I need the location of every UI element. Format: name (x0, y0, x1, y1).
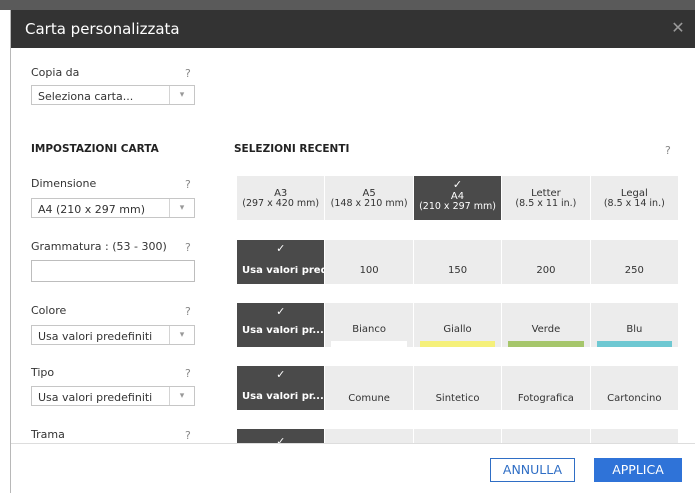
color-swatch (419, 341, 496, 347)
recent-weight-250[interactable]: 250 (590, 240, 679, 284)
color-swatch (508, 341, 584, 347)
recent-type-synthetic[interactable]: Sintetico (413, 366, 503, 410)
check-icon: ✓ (452, 178, 463, 191)
color-swatch (596, 341, 673, 347)
type-value: Usa valori predefiniti (38, 391, 153, 404)
recent-weight-150[interactable]: 150 (413, 240, 503, 284)
color-option-label: Bianco (352, 324, 386, 335)
type-help-icon[interactable]: ? (185, 367, 191, 380)
size-value: A4 (210 x 297 mm) (38, 203, 146, 216)
weight-option-label: Usa valori predefiniti (242, 266, 325, 276)
recent-weight-100[interactable]: 100 (325, 240, 414, 284)
color-help-icon[interactable]: ? (185, 305, 191, 318)
recent-color-blue[interactable]: Blu (590, 303, 679, 347)
copy-from-label: Copia da (31, 66, 80, 79)
size-label: Dimensione (31, 177, 97, 190)
recent-texture-default[interactable]: ✓ (237, 429, 326, 443)
copy-from-value: Seleziona carta... (38, 90, 134, 103)
recent-texture-option[interactable] (325, 429, 414, 443)
recent-color-yellow[interactable]: Giallo (413, 303, 503, 347)
copy-from-help-icon[interactable]: ? (185, 67, 191, 80)
color-select[interactable]: Usa valori predefiniti ▾ (31, 325, 195, 345)
chevron-down-icon: ▾ (169, 387, 194, 405)
size-help-icon[interactable]: ? (185, 178, 191, 191)
type-label: Tipo (31, 366, 55, 379)
dialog-footer: ANNULLA APPLICA (11, 443, 695, 494)
size-select[interactable]: A4 (210 x 297 mm) ▾ (31, 198, 195, 218)
recent-texture-option[interactable] (590, 429, 679, 443)
color-label: Colore (31, 304, 67, 317)
weight-option-label: 200 (536, 265, 556, 276)
chevron-down-icon: ▾ (169, 86, 194, 104)
weight-option-label: 250 (624, 265, 644, 276)
color-value: Usa valori predefiniti (38, 330, 153, 343)
size-dims: (8.5 x 11 in.) (515, 198, 577, 209)
copy-from-select[interactable]: Seleziona carta... ▾ (31, 85, 195, 105)
recent-type-default[interactable]: ✓ Usa valori pr... (237, 366, 326, 410)
paper-settings-heading: IMPOSTAZIONI CARTA (31, 143, 159, 155)
chevron-down-icon: ▾ (169, 326, 194, 344)
chevron-down-icon: ▾ (169, 199, 194, 217)
recent-texture-row: ✓ (237, 429, 679, 443)
recent-type-cardstock[interactable]: Cartoncino (590, 366, 679, 410)
check-icon: ✓ (276, 368, 286, 381)
weight-option-label: 100 (359, 265, 379, 276)
recent-weight-default[interactable]: ✓ Usa valori predefiniti (237, 240, 326, 284)
dialog-content: Copia da ? Seleziona carta... ▾ IMPOSTAZ… (11, 48, 695, 443)
type-option-label: Usa valori pr... (242, 392, 324, 402)
recent-type-row: ✓ Usa valori pr... Comune Sintetico Foto… (237, 366, 679, 410)
type-option-label: Comune (348, 393, 390, 404)
color-swatch (331, 341, 407, 347)
type-option-label: Fotografica (517, 393, 574, 404)
background-strip (0, 0, 695, 10)
recent-texture-option[interactable] (413, 429, 503, 443)
size-dims: (8.5 x 14 in.) (603, 198, 665, 209)
recent-size-a5[interactable]: A5 (148 x 210 mm) (325, 176, 414, 220)
size-dims: (148 x 210 mm) (330, 198, 408, 209)
recent-selections-heading: SELEZIONI RECENTI (234, 143, 350, 155)
recent-color-row: ✓ Usa valori pr... Bianco Giallo Verde B… (237, 303, 679, 347)
size-dims: (210 x 297 mm) (419, 201, 496, 212)
weight-help-icon[interactable]: ? (185, 241, 191, 254)
apply-button[interactable]: APPLICA (594, 458, 682, 482)
check-icon: ✓ (276, 435, 286, 443)
recent-weight-row: ✓ Usa valori predefiniti 100 150 200 250 (237, 240, 679, 284)
color-option-label: Usa valori pr... (242, 326, 324, 336)
recent-help-icon[interactable]: ? (665, 144, 671, 157)
check-icon: ✓ (276, 242, 286, 255)
custom-paper-dialog: Carta personalizzata ✕ Copia da ? Selezi… (10, 10, 695, 494)
recent-type-plain[interactable]: Comune (325, 366, 414, 410)
color-option-label: Verde (531, 324, 561, 335)
recent-color-green[interactable]: Verde (502, 303, 591, 347)
dialog-titlebar: Carta personalizzata ✕ (11, 10, 695, 48)
recent-color-white[interactable]: Bianco (325, 303, 414, 347)
color-option-label: Blu (626, 324, 643, 335)
recent-size-a4[interactable]: ✓ A4 (210 x 297 mm) (413, 176, 503, 220)
recent-color-default[interactable]: ✓ Usa valori pr... (237, 303, 326, 347)
type-option-label: Sintetico (435, 393, 480, 404)
weight-option-label: 150 (447, 265, 468, 276)
check-icon: ✓ (276, 305, 286, 318)
recent-type-photo[interactable]: Fotografica (502, 366, 591, 410)
close-icon[interactable]: ✕ (668, 18, 688, 38)
weight-input[interactable] (31, 260, 195, 282)
weight-label: Grammatura : (53 - 300) (31, 240, 167, 253)
recent-texture-option[interactable] (502, 429, 591, 443)
texture-help-icon[interactable]: ? (185, 429, 191, 442)
recent-weight-200[interactable]: 200 (502, 240, 591, 284)
recent-size-a3[interactable]: A3 (297 x 420 mm) (237, 176, 326, 220)
recent-size-row: A3 (297 x 420 mm) A5 (148 x 210 mm) ✓ A4… (237, 176, 679, 220)
type-select[interactable]: Usa valori predefiniti ▾ (31, 386, 195, 406)
recent-size-letter[interactable]: Letter (8.5 x 11 in.) (502, 176, 591, 220)
dialog-title: Carta personalizzata (25, 20, 180, 38)
texture-label: Trama (31, 428, 65, 441)
color-option-label: Giallo (443, 324, 472, 335)
size-dims: (297 x 420 mm) (242, 198, 320, 209)
cancel-button[interactable]: ANNULLA (490, 458, 575, 482)
recent-size-legal[interactable]: Legal (8.5 x 14 in.) (590, 176, 679, 220)
type-option-label: Cartoncino (607, 393, 662, 404)
